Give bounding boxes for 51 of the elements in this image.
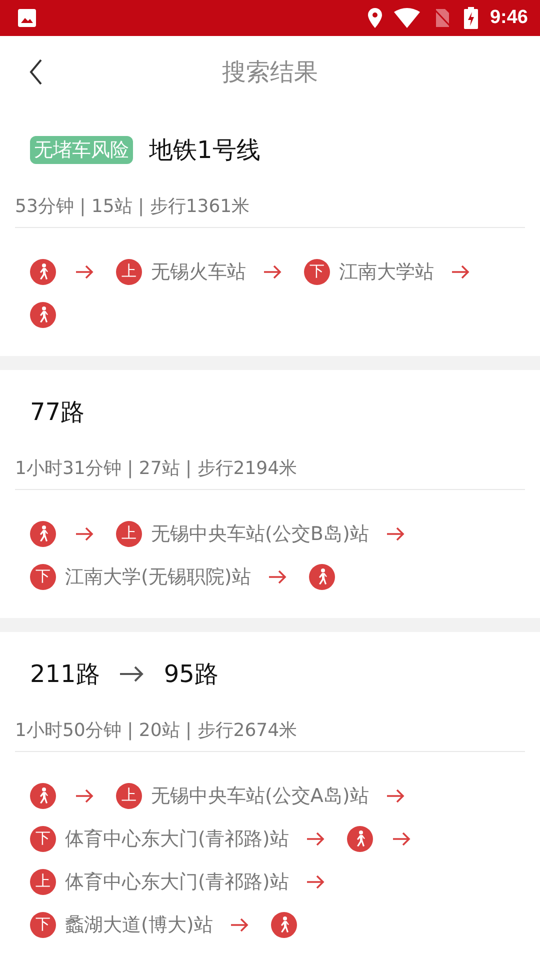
route-summary: 1小时31分钟 | 27站 | 步行2194米 — [15, 438, 525, 490]
arrow-icon — [76, 788, 94, 802]
station-name: 无锡中央车站(公交A岛)站 — [151, 784, 369, 808]
stop-badge: 上 — [116, 520, 142, 546]
route-name: 95路 — [164, 659, 218, 690]
walking-icon — [30, 520, 56, 546]
station-name: 江南大学(无锡职院)站 — [65, 564, 251, 590]
station-name: 体育中心东大门(青祁路)站 — [65, 870, 289, 894]
arrow-icon — [452, 264, 470, 278]
station-name: 无锡火车站 — [151, 260, 246, 284]
walking-icon — [308, 564, 335, 590]
clock-time: 9:46 — [490, 7, 528, 29]
location-icon — [368, 8, 382, 28]
route-name: 211路 — [30, 659, 100, 690]
arrow-icon — [230, 918, 249, 932]
arrow-icon — [386, 788, 405, 802]
walking-icon — [346, 826, 373, 852]
stop-badge: 下 — [30, 912, 56, 938]
arrow-icon — [306, 874, 325, 888]
route-summary: 53分钟 | 15站 | 步行1361米 — [15, 176, 525, 228]
walking-icon — [270, 912, 297, 938]
arrow-icon — [306, 832, 325, 846]
stop-badge: 上 — [116, 782, 142, 808]
arrow-icon — [76, 526, 94, 540]
arrow-icon — [76, 264, 94, 278]
image-icon — [17, 8, 37, 28]
traffic-tag: 无堵车风险 — [30, 136, 133, 164]
route-summary: 1小时50分钟 | 20站 | 步行2674米 — [15, 700, 525, 752]
stop-badge: 下 — [30, 826, 56, 852]
route-name: 77路 — [30, 397, 85, 428]
station-name: 蠡湖大道(博大)站 — [65, 912, 213, 938]
arrow-icon — [386, 526, 405, 540]
station-name: 体育中心东大门(青祁路)站 — [65, 826, 289, 852]
arrow-icon — [268, 570, 287, 584]
stop-badge: 上 — [30, 868, 56, 894]
arrow-icon — [392, 832, 411, 846]
walking-icon — [30, 302, 56, 328]
wifi-icon — [394, 8, 420, 28]
page-title: 搜索结果 — [222, 57, 318, 88]
arrow-icon — [264, 264, 282, 278]
stop-badge: 上 — [116, 258, 142, 284]
battery-icon — [464, 7, 478, 29]
back-icon[interactable] — [29, 59, 43, 85]
route-name: 地铁1号线 — [149, 135, 260, 166]
station-name: 江南大学站 — [339, 260, 434, 284]
stop-badge: 下 — [30, 564, 56, 590]
arrow-icon — [120, 666, 144, 682]
walking-icon — [30, 782, 56, 808]
stop-badge: 下 — [304, 258, 330, 284]
walking-icon — [30, 258, 56, 284]
station-name: 无锡中央车站(公交B岛)站 — [151, 522, 369, 546]
